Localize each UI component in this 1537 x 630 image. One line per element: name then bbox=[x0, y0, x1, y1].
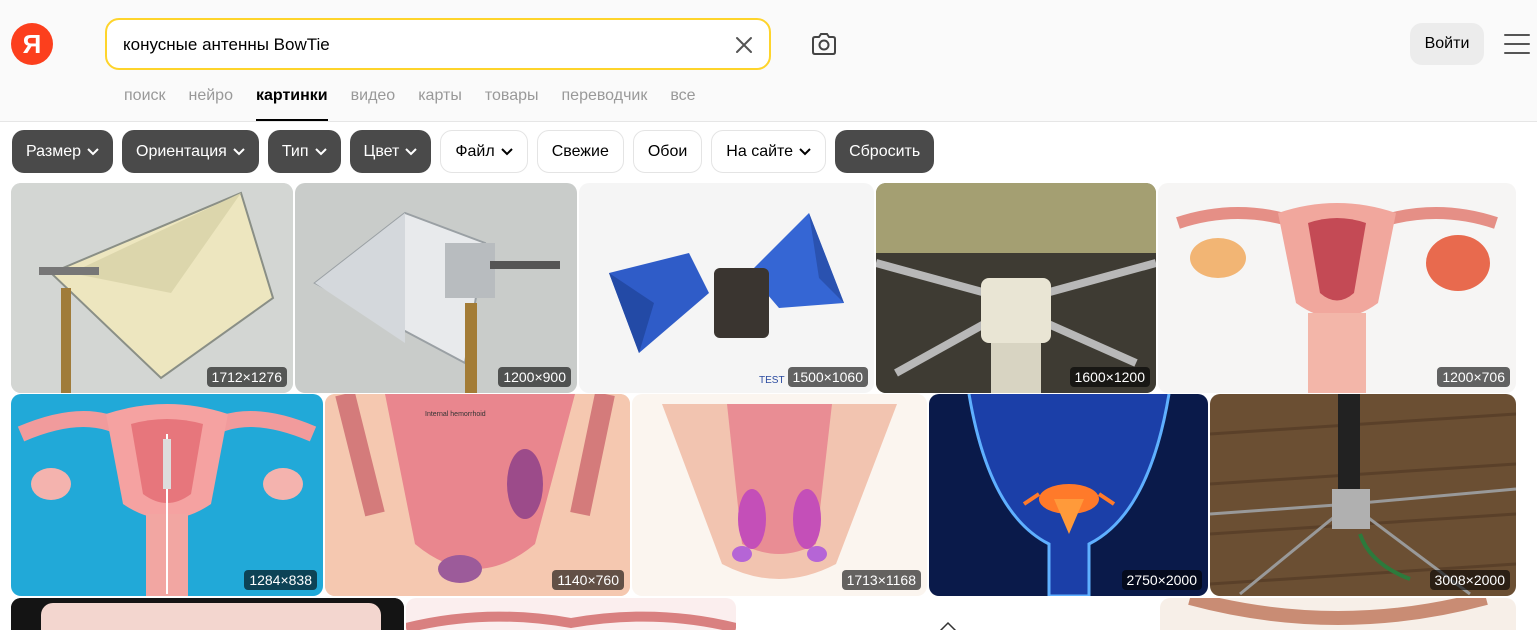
chevron-down-icon bbox=[799, 147, 811, 156]
image-size-label: 1500×1060 bbox=[787, 367, 868, 387]
svg-text:TEST: TEST bbox=[759, 375, 785, 386]
image-result[interactable]: 3008×2000 bbox=[1210, 394, 1516, 596]
image-size-label: 1600×1200 bbox=[1069, 367, 1150, 387]
antenna-photo: TEST bbox=[579, 183, 874, 393]
image-result[interactable]: TEST 1500×1060 bbox=[579, 183, 874, 393]
chevron-down-icon bbox=[405, 147, 418, 156]
close-icon bbox=[736, 37, 752, 53]
image-search-button[interactable] bbox=[808, 29, 840, 59]
filter-orientation[interactable]: Ориентация bbox=[122, 130, 259, 173]
image-result[interactable]: 1600×1200 bbox=[876, 183, 1156, 393]
anatomy-illustration bbox=[632, 394, 927, 596]
image-size-label: 1284×838 bbox=[244, 570, 317, 590]
filter-label: Свежие bbox=[551, 142, 609, 160]
image-results-grid: 1712×1276 1200×900 TEST 1500×1060 1600×1… bbox=[0, 183, 1537, 630]
tab-neuro[interactable]: нейро bbox=[189, 86, 233, 122]
image-size-label: 1140×760 bbox=[552, 570, 624, 590]
image-result[interactable]: 2750×2000 bbox=[929, 394, 1208, 596]
filter-on-site[interactable]: На сайте bbox=[711, 130, 827, 173]
image-result[interactable]: Internal hemorrhoid 1140×760 bbox=[325, 394, 630, 596]
anatomy-illustration bbox=[11, 394, 323, 596]
antenna-photo bbox=[876, 183, 1156, 393]
image-result[interactable]: 1284×838 bbox=[11, 394, 323, 596]
filter-label: Тип bbox=[281, 142, 309, 160]
image-size-label: 3008×2000 bbox=[1429, 570, 1510, 590]
anatomy-illustration: Internal hemorrhoid bbox=[325, 394, 630, 596]
anatomy-illustration bbox=[929, 394, 1208, 596]
filter-label: На сайте bbox=[726, 142, 794, 160]
search-box bbox=[105, 18, 771, 70]
camera-icon bbox=[812, 33, 836, 55]
image-result[interactable] bbox=[738, 598, 1158, 630]
image-size-label: 1200×706 bbox=[1437, 367, 1510, 387]
filter-file[interactable]: Файл bbox=[440, 130, 528, 173]
svg-text:Internal hemorrhoid: Internal hemorrhoid bbox=[425, 411, 486, 418]
chevron-down-icon bbox=[233, 147, 245, 156]
chevron-down-icon bbox=[500, 147, 513, 156]
service-tabs: поиск нейро картинки видео карты товары … bbox=[124, 86, 719, 122]
filter-label: Ориентация bbox=[136, 142, 227, 160]
tab-video[interactable]: видео bbox=[351, 86, 396, 122]
chevron-down-icon bbox=[314, 147, 327, 156]
tab-images[interactable]: картинки bbox=[255, 86, 328, 122]
filter-label: Обои bbox=[647, 142, 688, 160]
image-size-label: 2750×2000 bbox=[1121, 570, 1202, 590]
image-result[interactable]: 1200×706 bbox=[1158, 183, 1516, 393]
filter-color[interactable]: Цвет bbox=[349, 130, 432, 173]
image-result[interactable]: 1200×900 bbox=[295, 183, 577, 393]
filter-wallpapers[interactable]: Обои bbox=[632, 130, 703, 173]
menu-icon-line bbox=[1504, 52, 1530, 54]
filter-label: Файл bbox=[455, 142, 495, 160]
reset-filters-button[interactable]: Сбросить bbox=[835, 130, 935, 173]
image-thumbnail bbox=[738, 598, 1158, 630]
clear-search-button[interactable] bbox=[733, 34, 755, 56]
tab-search[interactable]: поиск bbox=[124, 86, 166, 122]
image-size-label: 1713×1168 bbox=[841, 570, 921, 590]
image-size-label: 1712×1276 bbox=[206, 367, 287, 387]
menu-button[interactable] bbox=[1503, 31, 1531, 57]
image-thumbnail bbox=[11, 598, 404, 630]
image-result[interactable] bbox=[11, 598, 404, 630]
tab-all[interactable]: все bbox=[670, 86, 695, 122]
menu-icon-line bbox=[1504, 34, 1530, 36]
filter-bar: Размер Ориентация Тип Цвет Файл Свежие О… bbox=[12, 130, 943, 173]
search-input[interactable] bbox=[123, 32, 713, 58]
filter-fresh[interactable]: Свежие bbox=[536, 130, 624, 173]
anatomy-illustration bbox=[1158, 183, 1516, 393]
image-result[interactable] bbox=[1160, 598, 1516, 630]
filter-label: Размер bbox=[26, 142, 81, 160]
image-result[interactable] bbox=[406, 598, 736, 630]
antenna-photo bbox=[11, 183, 293, 393]
tab-products[interactable]: товары bbox=[485, 86, 539, 122]
header: Я Войти поиск нейро картинки видео карты… bbox=[0, 0, 1537, 122]
chevron-down-icon bbox=[87, 147, 99, 156]
antenna-photo bbox=[295, 183, 577, 393]
tab-translator[interactable]: переводчик bbox=[562, 86, 648, 122]
filter-label: Цвет bbox=[363, 142, 400, 160]
image-size-label: 1200×900 bbox=[498, 367, 571, 387]
image-thumbnail bbox=[1160, 598, 1516, 630]
antenna-photo bbox=[1210, 394, 1516, 596]
image-result[interactable]: 1713×1168 bbox=[632, 394, 927, 596]
filter-label: Сбросить bbox=[849, 142, 921, 160]
image-result[interactable]: 1712×1276 bbox=[11, 183, 293, 393]
tab-maps[interactable]: карты bbox=[418, 86, 462, 122]
yandex-logo[interactable]: Я bbox=[11, 23, 53, 65]
menu-icon-line bbox=[1504, 43, 1530, 45]
login-button[interactable]: Войти bbox=[1410, 23, 1484, 65]
filter-size[interactable]: Размер bbox=[12, 130, 113, 173]
image-thumbnail bbox=[406, 598, 736, 630]
filter-type[interactable]: Тип bbox=[267, 130, 341, 173]
